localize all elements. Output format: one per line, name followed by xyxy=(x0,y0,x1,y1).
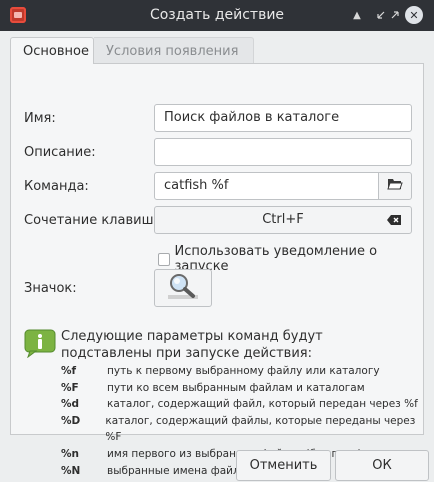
folder-open-icon xyxy=(387,177,403,195)
param-desc: каталог, содержащий файл, который переда… xyxy=(107,398,418,411)
title-bar: Создать действие ▲ ✕ xyxy=(0,0,434,31)
info-icon xyxy=(24,329,56,359)
param-desc: каталог, содержащий файлы, которые перед… xyxy=(105,414,416,444)
param-row: %f путь к первому выбранному файлу или к… xyxy=(61,363,423,380)
dialog-body: Основное Условия появления Имя: Поиск фа… xyxy=(0,31,434,482)
clear-shortcut-icon[interactable] xyxy=(386,207,402,235)
close-icon[interactable]: ✕ xyxy=(405,6,423,24)
info-text: Следующие параметры команд будут подстав… xyxy=(61,329,323,361)
param-row: %D каталог, содержащий файлы, которые пе… xyxy=(61,413,423,446)
param-code: %n xyxy=(61,447,79,460)
param-code: %N xyxy=(61,464,81,477)
notify-checkbox[interactable] xyxy=(158,252,171,266)
command-field[interactable]: catfish %f xyxy=(154,172,379,200)
name-field[interactable]: Поиск файлов в каталоге xyxy=(154,104,412,132)
command-label: Команда: xyxy=(24,179,89,194)
param-code: %F xyxy=(61,381,79,394)
cancel-button[interactable]: Отменить xyxy=(236,450,331,481)
shortcut-value: Ctrl+F xyxy=(262,212,304,227)
browse-button[interactable] xyxy=(378,172,412,200)
maximize-icon[interactable] xyxy=(386,6,404,24)
description-field[interactable] xyxy=(154,138,412,166)
notify-checkbox-label: Использовать уведомление о запуске xyxy=(174,244,378,274)
icon-select-button[interactable] xyxy=(154,269,212,307)
shortcut-button[interactable]: Ctrl+F xyxy=(154,206,412,234)
param-code: %D xyxy=(61,414,81,427)
tab-general[interactable]: Основное xyxy=(10,37,94,64)
magnifier-icon xyxy=(166,271,200,305)
shortcut-label: Сочетание клавиш xyxy=(24,213,154,228)
param-row: %d каталог, содержащий файл, который пер… xyxy=(61,396,423,413)
tab-appearance-conditions[interactable]: Условия появления xyxy=(94,37,254,64)
window-title: Создать действие xyxy=(149,7,285,23)
icon-label: Значок: xyxy=(24,281,77,296)
description-label: Описание: xyxy=(24,145,96,160)
tab-panel: Имя: Поиск файлов в каталоге Описание: К… xyxy=(10,63,424,477)
param-code: %f xyxy=(61,365,77,377)
shade-icon[interactable]: ▲ xyxy=(348,6,366,24)
param-desc: пути ко всем выбранным файлам и каталога… xyxy=(107,381,365,394)
name-label: Имя: xyxy=(24,111,56,126)
ok-button[interactable]: ОК xyxy=(335,450,429,481)
param-row: %F пути ко всем выбранным файлам и катал… xyxy=(61,380,423,397)
param-desc: путь к первому выбранному файлу или ката… xyxy=(107,365,380,377)
param-code: %d xyxy=(61,398,80,411)
